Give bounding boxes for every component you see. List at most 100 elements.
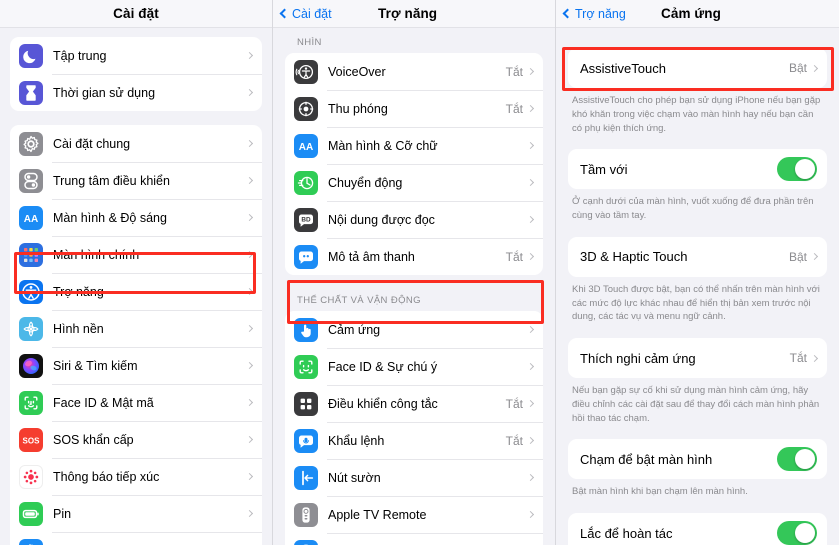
toggle-cham-de-bat-man-hinh[interactable] bbox=[777, 447, 817, 472]
exposure-notification-icon bbox=[19, 464, 43, 489]
accessibility-item-label: Mô tả âm thanh bbox=[328, 249, 415, 264]
sidebar-item-label: Thời gian sử dụng bbox=[53, 85, 156, 100]
accessibility-item-man-hinh-co-chu[interactable]: AA Màn hình & Cỡ chữ bbox=[285, 127, 543, 164]
settings-list[interactable]: Tập trung Thời gian sử dụng Cài đặt chun… bbox=[0, 28, 272, 545]
focus-moon-icon bbox=[19, 43, 43, 68]
accessibility-item-label: Face ID & Sự chú ý bbox=[328, 359, 438, 374]
touch-card-lac-de-hoan-tac: Lắc để hoàn tác bbox=[568, 513, 827, 545]
sidebar-item-quyen-rieng-tu[interactable]: Quyền riêng tư bbox=[10, 532, 262, 545]
zoom-icon bbox=[294, 96, 318, 121]
chevron-right-icon bbox=[810, 253, 819, 261]
chevron-right-icon bbox=[245, 250, 254, 259]
accessibility-item-label: Điều khiển công tắc bbox=[328, 396, 438, 411]
sidebar-item-label: Pin bbox=[53, 506, 72, 521]
touch-item-value: Bật bbox=[788, 249, 807, 264]
accessibility-item-label: Cảm ứng bbox=[328, 322, 381, 337]
accessibility-item-chuyen-dong[interactable]: Chuyển động bbox=[285, 164, 543, 201]
chevron-right-icon bbox=[245, 472, 254, 481]
touch-icon bbox=[294, 317, 318, 342]
settings-panel: Cài đặt Tập trung Thời gian sử dụng Cài … bbox=[0, 0, 272, 545]
siri-icon bbox=[19, 353, 43, 378]
accessibility-item-label: VoiceOver bbox=[328, 64, 386, 79]
accessibility-physical-group: Cảm ứng Face ID & Sự chú ý Điều khiển cô… bbox=[285, 311, 543, 545]
chevron-right-icon bbox=[245, 398, 254, 407]
sidebar-item-label: Cài đặt chung bbox=[53, 136, 131, 151]
accessibility-item-label: Thu phóng bbox=[328, 101, 388, 116]
touch-footnote-cham-de-bat: Bật màn hình khi bạn chạm lên màn hình. bbox=[572, 486, 748, 498]
back-button-label: Trợ năng bbox=[575, 6, 626, 21]
sidebar-item-face-id-mat-ma[interactable]: Face ID & Mật mã bbox=[10, 384, 262, 421]
sos-icon: SOS bbox=[19, 427, 43, 452]
settings-navbar: Cài đặt bbox=[0, 0, 272, 28]
privacy-hand-icon bbox=[19, 538, 43, 545]
accessibility-item-face-id-su-chu-y[interactable]: Face ID & Sự chú ý bbox=[285, 348, 543, 385]
touch-item-lac-de-hoan-tac[interactable]: Lắc để hoàn tác bbox=[568, 513, 827, 545]
sidebar-item-thoi-gian-su-dung[interactable]: Thời gian sử dụng bbox=[10, 74, 262, 111]
back-button-cai-dat[interactable]: Cài đặt bbox=[279, 7, 332, 21]
sidebar-item-hinh-nen[interactable]: Hình nền bbox=[10, 310, 262, 347]
chevron-right-icon bbox=[526, 67, 535, 76]
chevron-right-icon bbox=[526, 473, 535, 482]
touch-footnote-3d-haptic: Khi 3D Touch được bật, bạn có thể nhấn t… bbox=[572, 283, 820, 323]
accessibility-item-thu-phong[interactable]: Thu phóng Tắt bbox=[285, 90, 543, 127]
toggle-lac-de-hoan-tac[interactable] bbox=[777, 521, 817, 545]
sidebar-item-tap-trung[interactable]: Tập trung bbox=[10, 37, 262, 74]
accessibility-item-dieu-khien-con-tro[interactable]: Điều khiển con trỏ bbox=[285, 533, 543, 545]
touch-item-tam-voi[interactable]: Tầm với bbox=[568, 149, 827, 189]
accessibility-item-voiceover[interactable]: VoiceOver Tắt bbox=[285, 53, 543, 90]
hourglass-icon bbox=[19, 80, 43, 105]
accessibility-item-noi-dung-duoc-doc[interactable]: BD Nội dung được đọc bbox=[285, 201, 543, 238]
touch-footnote-assistivetouch: AssistiveTouch cho phép bạn sử dụng iPho… bbox=[572, 95, 821, 134]
sidebar-item-siri-tim-kiem[interactable]: Siri & Tìm kiếm bbox=[10, 347, 262, 384]
sidebar-item-thong-bao-tiep-xuc[interactable]: Thông báo tiếp xúc bbox=[10, 458, 262, 495]
touch-list[interactable]: AssistiveTouch Bật AssistiveTouch cho ph… bbox=[556, 28, 839, 545]
sidebar-item-man-hinh-do-sang[interactable]: AA Màn hình & Độ sáng bbox=[10, 199, 262, 236]
back-button-tro-nang[interactable]: Trợ năng bbox=[562, 6, 626, 21]
switch-control-icon bbox=[294, 391, 318, 416]
accessibility-item-khau-lenh[interactable]: Khẩu lệnh Tắt bbox=[285, 422, 543, 459]
touch-item-assistivetouch[interactable]: AssistiveTouch Bật bbox=[568, 48, 827, 88]
accessibility-item-nut-suon[interactable]: Nút sườn bbox=[285, 459, 543, 496]
chevron-right-icon bbox=[245, 287, 254, 296]
accessibility-item-mo-ta-am-thanh[interactable]: Mô tả âm thanh Tắt bbox=[285, 238, 543, 275]
sidebar-item-label: Tập trung bbox=[53, 48, 107, 63]
chevron-right-icon bbox=[245, 324, 254, 333]
chevron-left-icon bbox=[279, 8, 290, 19]
motion-icon bbox=[294, 170, 318, 195]
voiceover-icon bbox=[294, 59, 318, 84]
chevron-right-icon bbox=[526, 215, 535, 224]
page-title: Cảm ứng bbox=[661, 6, 721, 21]
touch-item-thich-nghi-cam-ung[interactable]: Thích nghi cảm ứng Tắt bbox=[568, 338, 827, 378]
svg-text:AA: AA bbox=[24, 214, 38, 225]
sidebar-item-label: Face ID & Mật mã bbox=[53, 395, 154, 410]
sidebar-item-pin[interactable]: Pin bbox=[10, 495, 262, 532]
touch-footnote-thich-nghi: Nếu bạn gặp sự cố khi sử dụng màn hình c… bbox=[572, 385, 820, 424]
voice-control-icon bbox=[294, 428, 318, 453]
touch-item-3d-haptic-touch[interactable]: 3D & Haptic Touch Bật bbox=[568, 237, 827, 277]
toggle-knob bbox=[795, 449, 815, 470]
accessibility-item-cam-ung[interactable]: Cảm ứng bbox=[285, 311, 543, 348]
chevron-right-icon bbox=[245, 51, 254, 60]
sidebar-item-man-hinh-chinh[interactable]: Màn hình chính bbox=[10, 236, 262, 273]
sidebar-item-trung-tam-dieu-khien[interactable]: Trung tâm điều khiển bbox=[10, 162, 262, 199]
touch-item-cham-de-bat-man-hinh[interactable]: Chạm để bật màn hình bbox=[568, 439, 827, 479]
touch-card-assistivetouch: AssistiveTouch Bật bbox=[568, 48, 827, 88]
ios-settings-three-pane: Cài đặt Tập trung Thời gian sử dụng Cài … bbox=[0, 0, 840, 545]
sidebar-item-label: Màn hình & Độ sáng bbox=[53, 210, 167, 225]
sidebar-item-cai-dat-chung[interactable]: Cài đặt chung bbox=[10, 125, 262, 162]
sidebar-item-label: Màn hình chính bbox=[53, 247, 140, 262]
touch-card-tam-voi: Tầm với bbox=[568, 149, 827, 190]
touch-item-value: Bật bbox=[788, 61, 807, 75]
sidebar-item-label: Siri & Tìm kiếm bbox=[53, 358, 138, 373]
accessibility-vision-group: VoiceOver Tắt Thu phóng Tắt AA Màn hình … bbox=[285, 53, 543, 275]
accessibility-item-label: Màn hình & Cỡ chữ bbox=[328, 138, 438, 153]
accessibility-item-value: Tắt bbox=[505, 64, 523, 79]
sidebar-item-tro-nang[interactable]: Trợ năng bbox=[10, 273, 262, 310]
toggle-tam-voi[interactable] bbox=[777, 157, 817, 182]
accessibility-item-apple-tv-remote[interactable]: Apple TV Remote bbox=[285, 496, 543, 533]
accessibility-list[interactable]: NHÌN VoiceOver Tắt Thu phóng Tắt AA Màn … bbox=[273, 28, 555, 545]
accessibility-icon bbox=[19, 279, 43, 304]
accessibility-item-value: Tắt bbox=[505, 433, 523, 448]
accessibility-item-dieu-khien-cong-tac[interactable]: Điều khiển công tắc Tắt bbox=[285, 385, 543, 422]
sidebar-item-sos-khan-cap[interactable]: SOS SOS khẩn cấp bbox=[10, 421, 262, 458]
